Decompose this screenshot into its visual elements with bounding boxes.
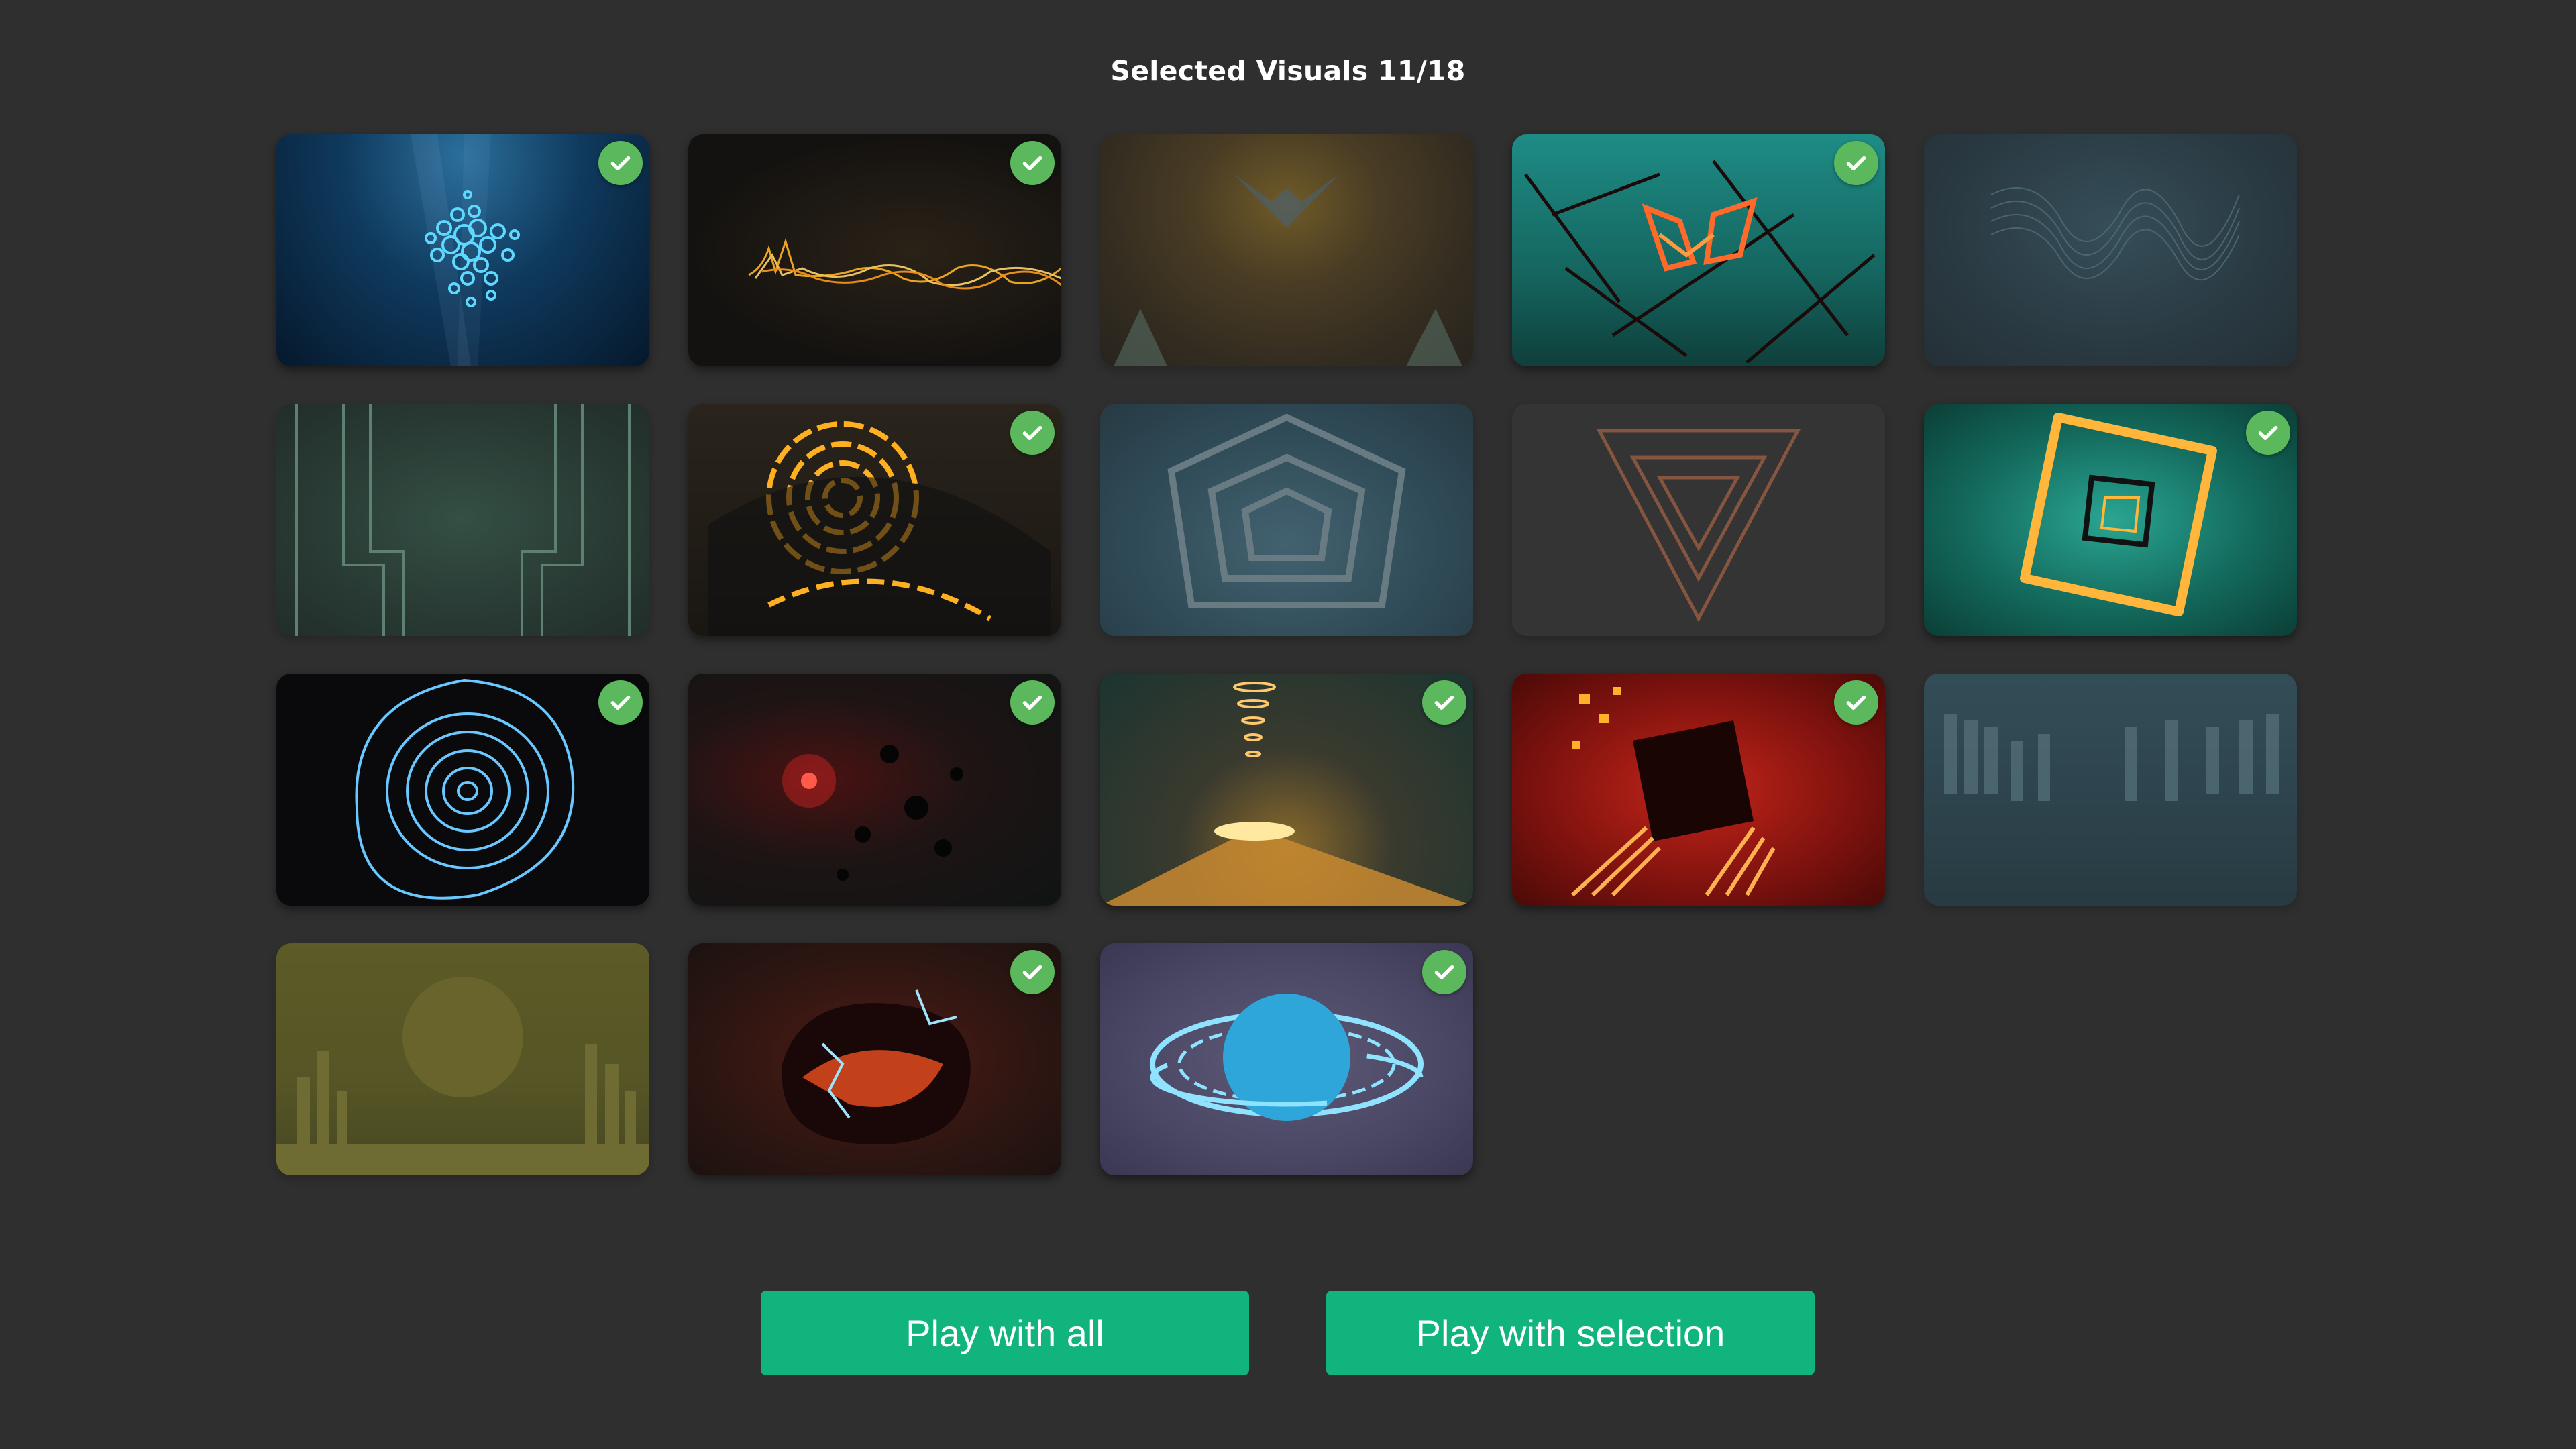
check-icon — [1846, 695, 1866, 710]
selected-check-badge — [1010, 680, 1055, 724]
check-icon — [610, 156, 631, 170]
visual-tile-gold-tornado[interactable] — [1100, 674, 1473, 906]
selected-check-badge — [1010, 141, 1055, 185]
visual-tile-fire-kaleidoscope[interactable] — [1100, 134, 1473, 366]
visuals-grid — [276, 134, 2297, 1175]
visual-tile-glowing-square[interactable] — [1924, 404, 2297, 636]
selected-check-badge — [1422, 680, 1466, 724]
lava-orb-preview — [782, 989, 971, 1144]
visual-tile-blue-planet[interactable] — [1100, 943, 1473, 1175]
selected-check-badge — [598, 141, 643, 185]
skyline-preview — [276, 977, 649, 1175]
visual-tile-neon-shards[interactable] — [1512, 134, 1885, 366]
visual-tile-blue-vortex[interactable] — [276, 674, 649, 906]
visual-tile-wire-wave[interactable] — [1924, 134, 2297, 366]
selected-check-badge — [1010, 950, 1055, 994]
page-title: Selected Visuals 11/18 — [1110, 55, 1466, 87]
check-icon — [1022, 695, 1042, 710]
bubbles-preview — [411, 134, 520, 366]
equalizer-preview — [1944, 714, 2279, 801]
wire-wave-preview — [1990, 187, 2240, 281]
waveform-preview — [748, 238, 1061, 290]
visual-tile-green-corridor[interactable] — [276, 404, 649, 636]
hex-tunnel-preview — [1167, 413, 1406, 608]
visual-tile-golden-waveform[interactable] — [688, 134, 1061, 366]
check-icon — [1434, 695, 1454, 710]
vortex-preview — [355, 678, 575, 900]
play-with-selection-button[interactable]: Play with selection — [1326, 1291, 1815, 1375]
visual-tile-orange-rings[interactable] — [688, 404, 1061, 636]
kaleidoscope-preview — [1114, 174, 1462, 366]
planet-preview — [1150, 994, 1424, 1121]
visual-tile-yellow-skyline[interactable] — [276, 943, 649, 1175]
selected-check-badge — [1010, 411, 1055, 455]
check-icon — [1022, 156, 1042, 170]
check-icon — [1022, 965, 1042, 979]
visual-tile-equalizer-bars[interactable] — [1924, 674, 2297, 906]
pyramid-preview — [1570, 687, 1776, 897]
check-icon — [1434, 965, 1454, 979]
check-icon — [610, 695, 631, 710]
corridor-preview — [295, 404, 631, 636]
selected-check-badge — [2246, 411, 2290, 455]
visual-tile-triangle-tunnel[interactable] — [1512, 404, 1885, 636]
selected-check-badge — [598, 680, 643, 724]
visual-tile-red-pyramid[interactable] — [1512, 674, 1885, 906]
particles-preview — [782, 745, 963, 881]
selected-check-badge — [1834, 680, 1878, 724]
square-preview — [2020, 413, 2217, 616]
selected-check-badge — [1422, 950, 1466, 994]
shards-preview — [1523, 160, 1876, 364]
play-with-all-button[interactable]: Play with all — [761, 1291, 1249, 1375]
visual-tile-hex-tunnel[interactable] — [1100, 404, 1473, 636]
check-icon — [1022, 425, 1042, 440]
selected-check-badge — [1834, 141, 1878, 185]
visual-tile-red-particles[interactable] — [688, 674, 1061, 906]
check-icon — [2258, 425, 2278, 440]
check-icon — [1846, 156, 1866, 170]
rings-preview — [708, 421, 1051, 636]
tornado-preview — [1100, 682, 1473, 906]
triangle-tunnel-preview — [1596, 429, 1801, 623]
visual-tile-bubbles-cluster[interactable] — [276, 134, 649, 366]
visual-tile-lava-orb[interactable] — [688, 943, 1061, 1175]
